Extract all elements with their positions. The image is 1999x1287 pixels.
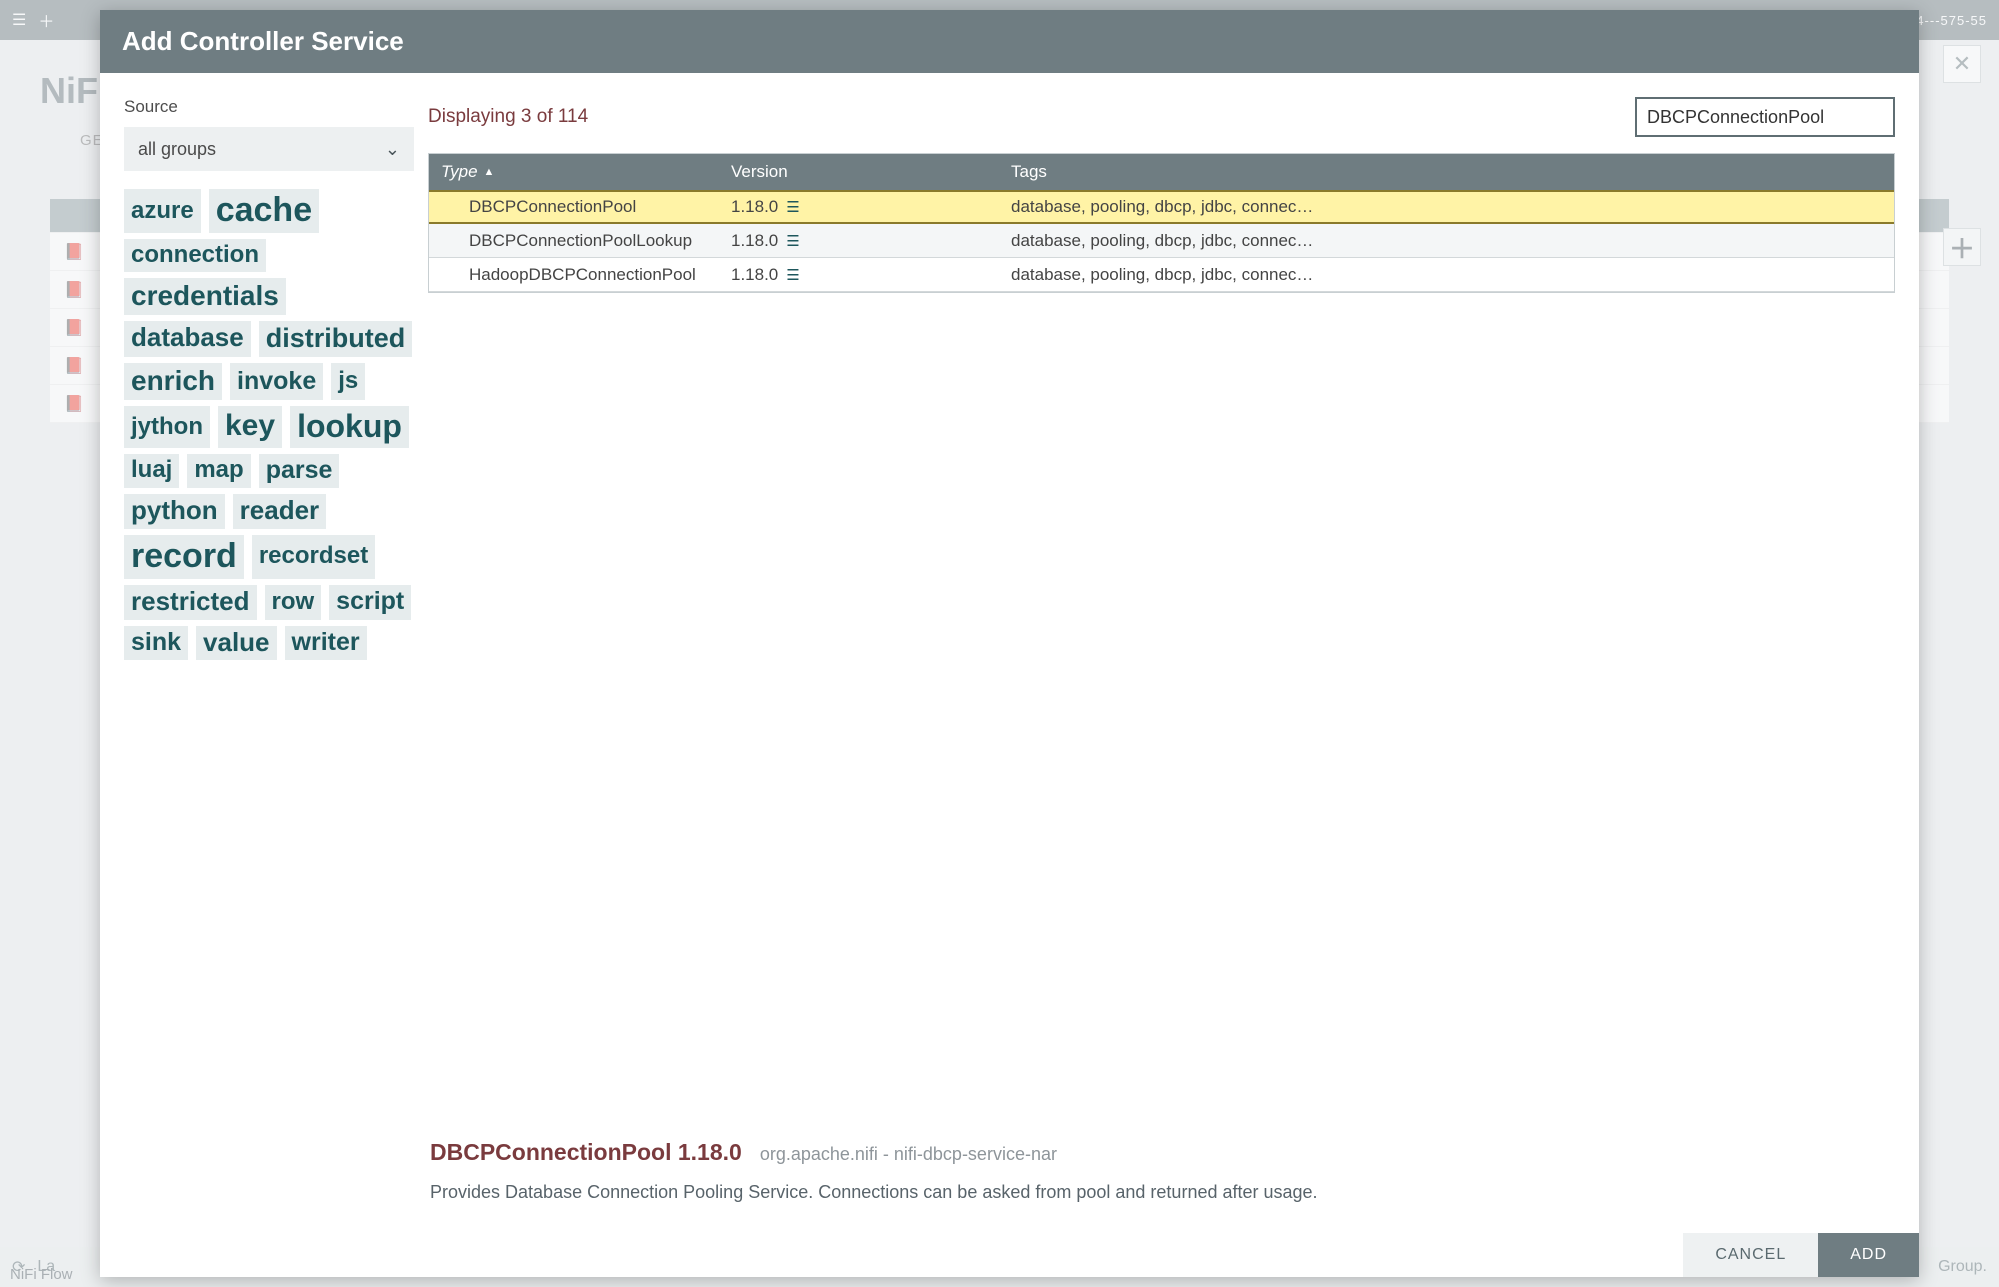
list-icon: ☰ xyxy=(786,266,799,284)
tag-cache[interactable]: cache xyxy=(209,189,319,233)
tag-connection[interactable]: connection xyxy=(124,239,266,272)
cell-tags: database, pooling, dbcp, jdbc, connec… xyxy=(999,231,1894,251)
tag-row[interactable]: row xyxy=(265,585,322,620)
dialog-footer: CANCEL ADD xyxy=(100,1233,1919,1277)
tag-map[interactable]: map xyxy=(187,454,250,488)
tag-writer[interactable]: writer xyxy=(285,626,367,661)
cell-tags: database, pooling, dbcp, jdbc, connec… xyxy=(999,265,1894,285)
selection-detail: DBCPConnectionPool 1.18.0 org.apache.nif… xyxy=(428,1135,1895,1223)
tag-luaj[interactable]: luaj xyxy=(124,454,179,488)
tag-recordset[interactable]: recordset xyxy=(252,535,375,579)
table-row[interactable]: DBCPConnectionPool1.18.0☰database, pooli… xyxy=(429,190,1894,224)
add-button[interactable]: ADD xyxy=(1818,1233,1919,1277)
tag-azure[interactable]: azure xyxy=(124,189,201,233)
tag-lookup[interactable]: lookup xyxy=(290,406,409,448)
result-count: Displaying 3 of 114 xyxy=(428,106,588,128)
tag-invoke[interactable]: invoke xyxy=(230,363,323,400)
detail-description: Provides Database Connection Pooling Ser… xyxy=(430,1180,1893,1205)
dialog-title: Add Controller Service xyxy=(100,10,1919,73)
table-header: Type ▲ Version Tags xyxy=(429,154,1894,190)
table-row[interactable]: HadoopDBCPConnectionPool1.18.0☰database,… xyxy=(429,258,1894,292)
cell-type: DBCPConnectionPoolLookup xyxy=(429,231,719,251)
sort-asc-icon: ▲ xyxy=(484,166,495,178)
detail-bundle: org.apache.nifi - nifi-dbcp-service-nar xyxy=(760,1144,1057,1165)
tag-enrich[interactable]: enrich xyxy=(124,363,222,400)
list-icon: ☰ xyxy=(786,198,799,216)
tag-value[interactable]: value xyxy=(196,626,277,661)
source-label: Source xyxy=(124,97,414,117)
tag-key[interactable]: key xyxy=(218,406,282,448)
col-type[interactable]: Type ▲ xyxy=(429,162,719,182)
tag-sink[interactable]: sink xyxy=(124,626,188,661)
tag-js[interactable]: js xyxy=(331,363,365,400)
tag-record[interactable]: record xyxy=(124,535,244,579)
cell-type: HadoopDBCPConnectionPool xyxy=(429,265,719,285)
tag-cloud: azurecache connection credentials databased… xyxy=(124,189,414,660)
tag-script[interactable]: script xyxy=(329,585,411,620)
source-select-value: all groups xyxy=(138,139,216,160)
chevron-down-icon: ⌄ xyxy=(385,139,400,160)
filter-input[interactable] xyxy=(1635,97,1895,137)
cell-type: DBCPConnectionPool xyxy=(429,197,719,217)
list-icon: ☰ xyxy=(786,232,799,250)
tag-reader[interactable]: reader xyxy=(233,494,327,529)
cell-version: 1.18.0☰ xyxy=(719,197,999,217)
tag-python[interactable]: python xyxy=(124,494,225,529)
tag-restricted[interactable]: restricted xyxy=(124,585,257,620)
cell-tags: database, pooling, dbcp, jdbc, connec… xyxy=(999,197,1894,217)
service-table: Type ▲ Version Tags DBCPConnectionPool1.… xyxy=(428,153,1895,293)
table-row[interactable]: DBCPConnectionPoolLookup1.18.0☰database,… xyxy=(429,224,1894,258)
tag-credentials[interactable]: credentials xyxy=(124,278,286,315)
tag-database[interactable]: database xyxy=(124,321,251,357)
tag-distributed[interactable]: distributed xyxy=(259,321,413,357)
col-tags[interactable]: Tags xyxy=(999,162,1894,182)
cell-version: 1.18.0☰ xyxy=(719,231,999,251)
detail-name: DBCPConnectionPool 1.18.0 xyxy=(430,1139,742,1166)
add-controller-service-dialog: Add Controller Service Source all groups… xyxy=(100,10,1919,1277)
source-select[interactable]: all groups ⌄ xyxy=(124,127,414,171)
source-pane: Source all groups ⌄ azurecache connection… xyxy=(124,97,414,1223)
tag-parse[interactable]: parse xyxy=(259,454,340,488)
cancel-button[interactable]: CANCEL xyxy=(1683,1233,1818,1277)
cell-version: 1.18.0☰ xyxy=(719,265,999,285)
col-version[interactable]: Version xyxy=(719,162,999,182)
tag-jython[interactable]: jython xyxy=(124,406,210,448)
